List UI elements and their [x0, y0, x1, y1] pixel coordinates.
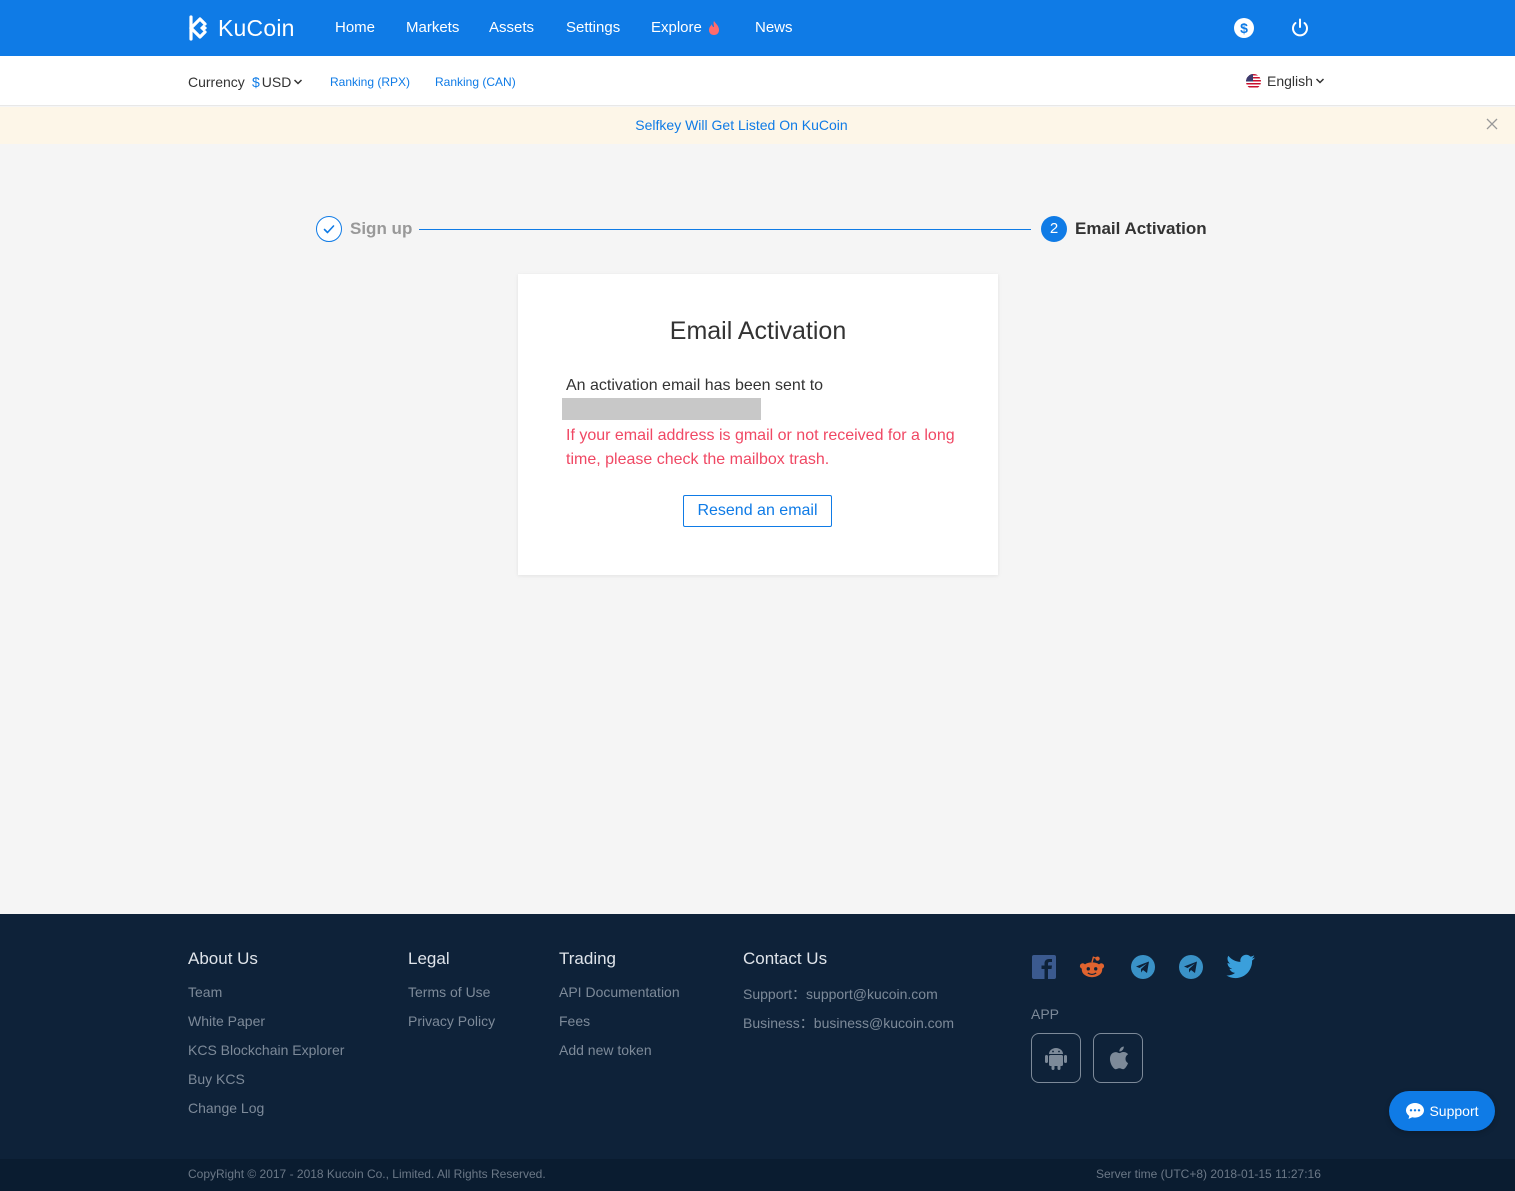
- support-chat-button[interactable]: Support: [1389, 1091, 1495, 1131]
- android-app-button[interactable]: [1031, 1033, 1081, 1083]
- step-email-activation-label: Email Activation: [1075, 219, 1207, 238]
- announcement-bar: Selfkey Will Get Listed On KuCoin: [0, 107, 1515, 144]
- trash-warning: If your email address is gmail or not re…: [566, 427, 955, 468]
- step-connector: [419, 229, 1031, 230]
- resend-email-button[interactable]: Resend an email: [683, 495, 832, 527]
- facebook-icon[interactable]: [1031, 954, 1057, 980]
- footer-link-change-log[interactable]: Change Log: [188, 1100, 264, 1116]
- telegram-icon[interactable]: [1130, 954, 1156, 980]
- chevron-down-icon: [294, 79, 303, 85]
- copyright-text: CopyRight © 2017 - 2018 Kucoin Co., Limi…: [188, 1167, 546, 1181]
- app-label: APP: [1031, 1006, 1060, 1022]
- sub-toolbar: Currency $ USD Ranking (RPX) Ranking (CA…: [0, 56, 1515, 106]
- nav-assets[interactable]: Assets: [489, 19, 534, 36]
- footer-business-email[interactable]: Business：business@kucoin.com: [743, 1013, 954, 1033]
- footer-link-privacy[interactable]: Privacy Policy: [408, 1013, 495, 1029]
- language-selector[interactable]: English: [1246, 73, 1325, 89]
- nav-explore[interactable]: Explore: [651, 19, 721, 36]
- activation-card: Email Activation An activation email has…: [518, 274, 998, 575]
- step-signup-label: Sign up: [350, 219, 413, 238]
- footer-link-kcs-explorer[interactable]: KCS Blockchain Explorer: [188, 1042, 344, 1058]
- close-icon[interactable]: [1485, 117, 1499, 131]
- announcement-link[interactable]: Selfkey Will Get Listed On KuCoin: [0, 117, 1483, 133]
- footer-about-heading: About Us: [188, 949, 258, 968]
- checkmark-icon: [323, 225, 335, 234]
- support-label: Support: [1429, 1103, 1479, 1119]
- nav-settings[interactable]: Settings: [566, 19, 620, 36]
- top-navbar: KuCoin Home Markets Assets Settings Expl…: [0, 0, 1515, 56]
- currency-selector[interactable]: $ USD: [252, 74, 303, 90]
- footer-link-fees[interactable]: Fees: [559, 1013, 590, 1029]
- nav-explore-label: Explore: [651, 19, 702, 36]
- apple-icon: [1109, 1046, 1129, 1070]
- footer-trading-heading: Trading: [559, 949, 617, 968]
- power-icon[interactable]: [1289, 17, 1311, 39]
- ranking-can-link[interactable]: Ranking (CAN): [435, 75, 516, 89]
- footer-link-api-docs[interactable]: API Documentation: [559, 984, 680, 1000]
- sent-message: An activation email has been sent to: [566, 377, 824, 394]
- language-value: English: [1267, 73, 1313, 89]
- step-complete-icon: [316, 216, 342, 242]
- android-icon: [1045, 1048, 1067, 1070]
- currency-value: USD: [261, 74, 292, 90]
- brand-name: KuCoin: [218, 14, 295, 41]
- ios-app-button[interactable]: [1093, 1033, 1143, 1083]
- twitter-icon[interactable]: [1226, 954, 1256, 980]
- footer-support-email[interactable]: Support：support@kucoin.com: [743, 984, 938, 1004]
- footer-legal-heading: Legal: [408, 949, 450, 968]
- svg-text:$: $: [1240, 20, 1248, 36]
- nav-news[interactable]: News: [755, 19, 793, 36]
- redacted-email: [562, 398, 761, 420]
- kucoin-logo[interactable]: KuCoin: [188, 14, 295, 42]
- dollar-icon[interactable]: $: [1233, 17, 1255, 39]
- card-title: Email Activation: [669, 317, 847, 345]
- footer-link-add-token[interactable]: Add new token: [559, 1042, 652, 1058]
- server-time: Server time (UTC+8) 2018-01-15 11:27:16: [1096, 1167, 1321, 1181]
- footer-link-buy-kcs[interactable]: Buy KCS: [188, 1071, 245, 1087]
- reddit-icon[interactable]: [1079, 954, 1105, 980]
- telegram-icon[interactable]: [1178, 954, 1204, 980]
- footer-link-terms[interactable]: Terms of Use: [408, 984, 490, 1000]
- us-flag-icon: [1246, 73, 1261, 89]
- footer-contact-heading: Contact Us: [743, 949, 828, 968]
- footer-link-white-paper[interactable]: White Paper: [188, 1013, 265, 1029]
- step-number-badge: 2: [1041, 216, 1067, 242]
- currency-label: Currency: [188, 74, 245, 90]
- footer-link-team[interactable]: Team: [188, 984, 222, 1000]
- ranking-rpx-link[interactable]: Ranking (RPX): [330, 75, 410, 89]
- chat-bubble-icon: [1406, 1103, 1425, 1119]
- kucoin-logo-icon: [189, 15, 208, 41]
- chevron-down-icon: [1315, 78, 1324, 84]
- fire-icon: [708, 20, 719, 35]
- currency-symbol: $: [252, 74, 260, 90]
- nav-home[interactable]: Home: [335, 19, 375, 36]
- nav-markets[interactable]: Markets: [406, 19, 459, 36]
